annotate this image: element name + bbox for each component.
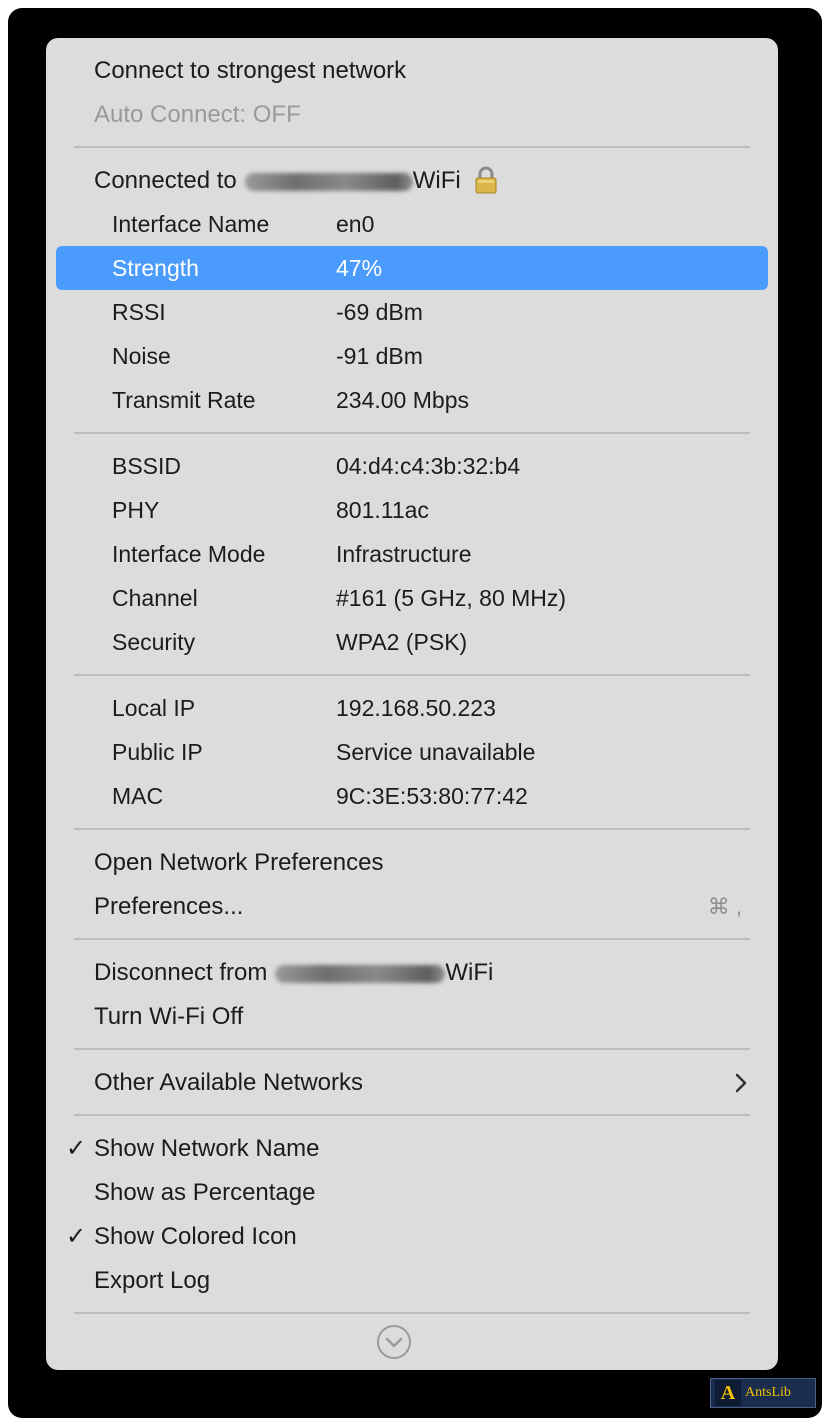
separator — [74, 938, 750, 940]
redacted-network-name — [275, 964, 446, 983]
separator — [74, 1114, 750, 1116]
preferences-label: Preferences... — [94, 893, 244, 920]
info-key: PHY — [112, 497, 160, 523]
info-key: MAC — [112, 783, 164, 809]
info-row-phy: PHY 801.11ac — [56, 488, 768, 532]
info-row-security: Security WPA2 (PSK) — [56, 620, 768, 664]
info-row-bssid: BSSID 04:d4:c4:3b:32:b4 — [56, 444, 768, 488]
info-value: -91 dBm — [336, 343, 423, 369]
wifi-menu: Connect to strongest network Auto Connec… — [46, 38, 778, 1370]
info-row-interface-name: Interface Name en0 — [56, 202, 768, 246]
show-as-percentage-item[interactable]: Show as Percentage — [94, 1171, 315, 1215]
info-value: Service unavailable — [336, 739, 536, 765]
info-key: Channel — [112, 585, 198, 611]
chevron-right-icon — [734, 1061, 748, 1105]
info-key: BSSID — [112, 453, 182, 479]
separator — [74, 432, 750, 434]
separator — [74, 1048, 750, 1050]
network-suffix: WiFi — [445, 959, 494, 986]
info-row-rssi: RSSI -69 dBm — [56, 290, 768, 334]
info-key: Interface Name — [112, 211, 270, 237]
scroll-down-chevron-icon[interactable] — [376, 1324, 412, 1360]
connected-network-header: Connected to WiFi — [94, 159, 499, 203]
info-key: Strength — [112, 255, 199, 281]
info-row-transmit-rate: Transmit Rate 234.00 Mbps — [56, 378, 768, 422]
watermark-logo: A AntsLib — [710, 1378, 816, 1408]
disconnect-prefix: Disconnect from — [94, 959, 268, 986]
info-row-strength[interactable]: Strength 47% — [56, 246, 768, 290]
separator — [74, 146, 750, 148]
info-value: Infrastructure — [336, 541, 472, 567]
info-value: -69 dBm — [336, 299, 423, 325]
network-suffix: WiFi — [412, 167, 461, 194]
lock-icon — [473, 165, 499, 195]
info-key: Transmit Rate — [112, 387, 256, 413]
preferences-shortcut: ⌘ , — [707, 894, 742, 919]
disconnect-item[interactable]: Disconnect from WiFi — [94, 951, 493, 995]
info-key: Interface Mode — [112, 541, 266, 567]
info-value: en0 — [336, 211, 375, 237]
show-colored-icon-item[interactable]: Show Colored Icon — [94, 1215, 297, 1259]
info-value: 9C:3E:53:80:77:42 — [336, 783, 528, 809]
info-key: Public IP — [112, 739, 203, 765]
info-value: 234.00 Mbps — [336, 387, 469, 413]
info-row-local-ip: Local IP 192.168.50.223 — [56, 686, 768, 730]
info-row-channel: Channel #161 (5 GHz, 80 MHz) — [56, 576, 768, 620]
checkmark-icon: ✓ — [66, 1135, 87, 1162]
info-row-mac: MAC 9C:3E:53:80:77:42 — [56, 774, 768, 818]
separator — [74, 828, 750, 830]
redacted-network-name — [244, 172, 413, 191]
info-value: 04:d4:c4:3b:32:b4 — [336, 453, 521, 479]
connected-prefix: Connected to — [94, 167, 237, 194]
auto-connect-item: Auto Connect: OFF — [94, 101, 301, 128]
turn-wifi-off-item[interactable]: Turn Wi-Fi Off — [94, 995, 243, 1039]
logo-mark-icon: A — [715, 1380, 741, 1406]
info-row-public-ip: Public IP Service unavailable — [56, 730, 768, 774]
show-network-name-item[interactable]: Show Network Name — [94, 1127, 319, 1171]
connect-strongest-network-item[interactable]: Connect to strongest network — [94, 49, 406, 93]
export-log-item[interactable]: Export Log — [94, 1259, 210, 1303]
info-key: Noise — [112, 343, 171, 369]
preferences-item[interactable]: Preferences... — [94, 885, 734, 929]
info-row-noise: Noise -91 dBm — [56, 334, 768, 378]
other-networks-item[interactable]: Other Available Networks — [94, 1061, 363, 1105]
info-value: WPA2 (PSK) — [336, 629, 468, 655]
info-value: #161 (5 GHz, 80 MHz) — [336, 585, 567, 611]
info-key: Local IP — [112, 695, 196, 721]
info-key: Security — [112, 629, 196, 655]
separator — [74, 1312, 750, 1314]
info-value: 801.11ac — [336, 497, 429, 523]
watermark-text: AntsLib — [745, 1385, 791, 1400]
open-network-preferences-item[interactable]: Open Network Preferences — [94, 841, 383, 885]
separator — [74, 674, 750, 676]
checkmark-icon: ✓ — [66, 1223, 87, 1250]
info-value: 192.168.50.223 — [336, 695, 496, 721]
info-key: RSSI — [112, 299, 166, 325]
info-value: 47% — [336, 255, 383, 281]
info-row-interface-mode: Interface Mode Infrastructure — [56, 532, 768, 576]
